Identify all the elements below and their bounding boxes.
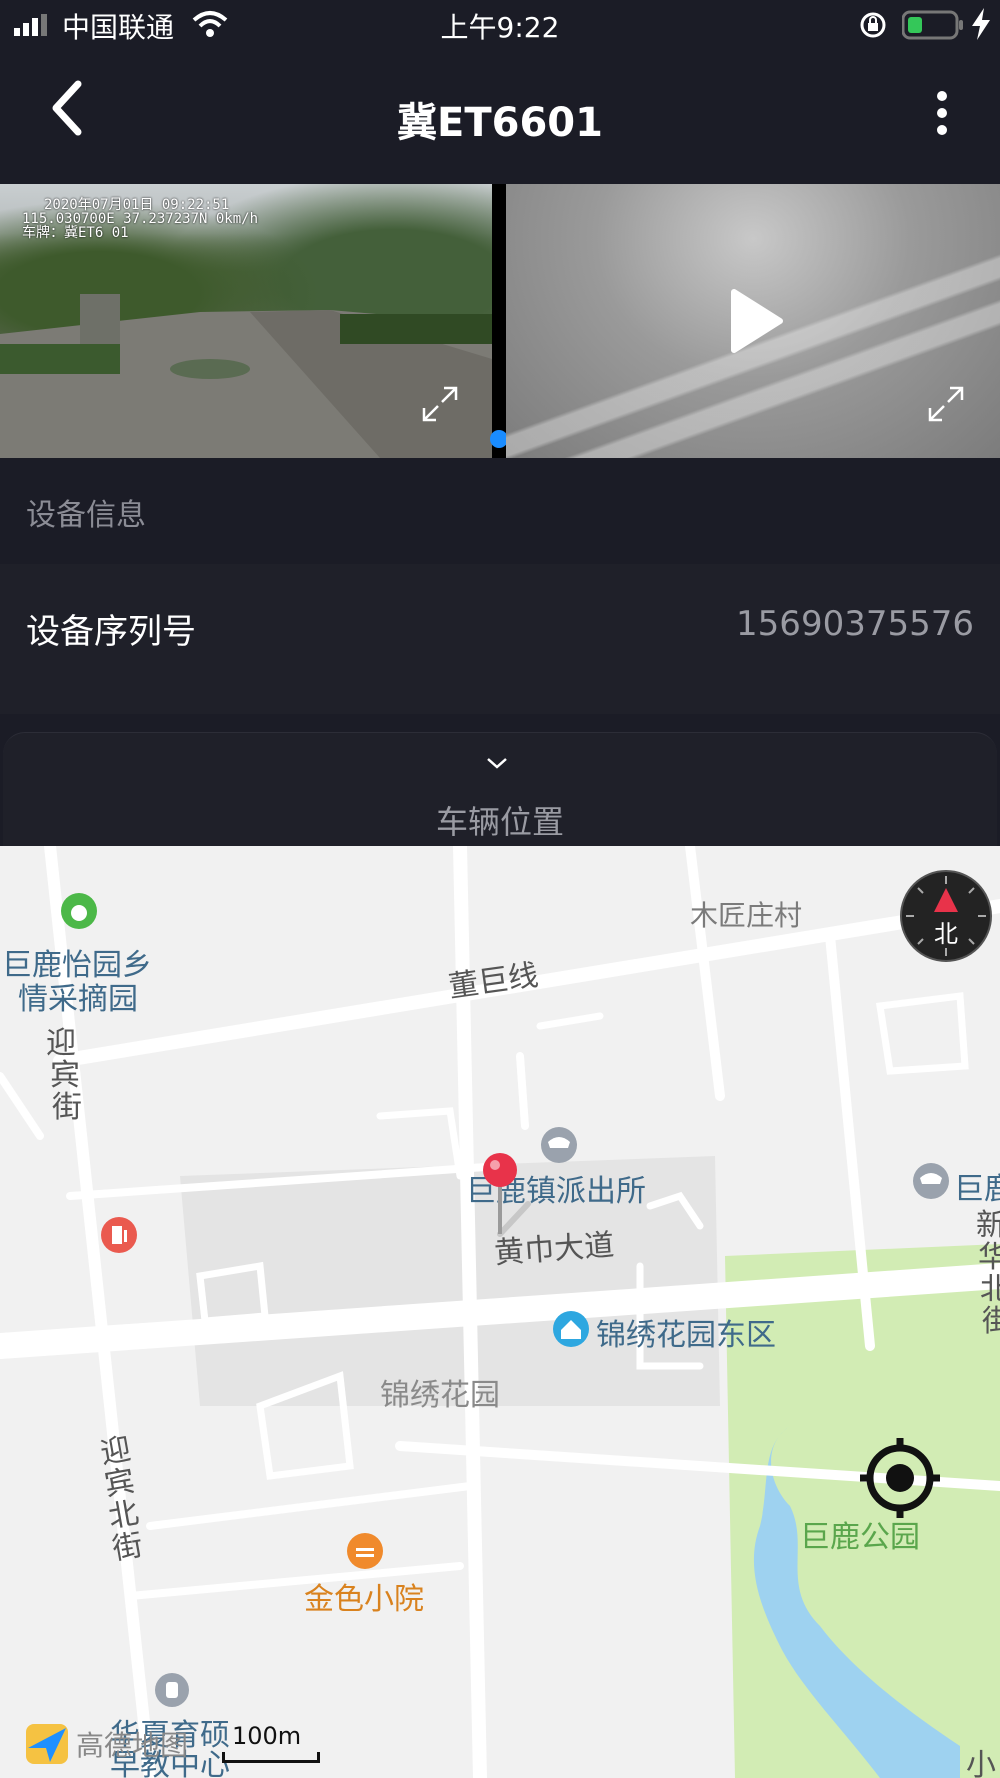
residential-poi-icon[interactable] <box>552 1310 590 1348</box>
compass-button[interactable]: 北 <box>900 870 992 962</box>
scale-label: 100m <box>232 1722 302 1750</box>
nav-bar: 冀ET6601 <box>0 50 1000 184</box>
map-label: 情采摘园 <box>18 982 138 1017</box>
video-channel-1[interactable]: 2020年07月01日 09:22:51 115.030700E 37.2372… <box>0 184 492 458</box>
sheet-title: 车辆位置 <box>435 803 564 841</box>
gas-station-icon[interactable] <box>100 1216 138 1254</box>
serial-row: 设备序列号 15690375576 <box>0 564 1000 714</box>
clock: 上午9:22 <box>440 11 560 44</box>
orchard-poi-icon[interactable] <box>60 892 98 930</box>
play-icon[interactable] <box>726 288 786 354</box>
compass-north-label: 北 <box>934 920 958 948</box>
map-label: 小 <box>966 1748 996 1778</box>
fullscreen-icon[interactable] <box>420 384 460 424</box>
map-label: 金色小院 <box>304 1582 424 1617</box>
video-divider <box>492 184 506 458</box>
serial-label: 设备序列号 <box>26 612 196 652</box>
police-poi-icon[interactable] <box>912 1162 950 1200</box>
video-channel-2[interactable] <box>506 184 1000 458</box>
more-menu-button[interactable] <box>932 90 952 136</box>
charging-icon <box>972 8 990 40</box>
amap-logo-icon <box>26 1724 68 1764</box>
map-label: 锦绣花园 <box>380 1378 500 1413</box>
serial-value: 15690375576 <box>736 604 974 644</box>
status-bar: 中国联通 上午9:22 <box>0 0 1000 50</box>
chevron-down-icon[interactable] <box>485 755 509 771</box>
section-label: 设备信息 <box>26 498 146 533</box>
battery-icon <box>902 10 963 40</box>
restaurant-poi-icon[interactable] <box>346 1532 384 1570</box>
osd-plate: 车牌：冀ET6 01 <box>22 225 129 241</box>
fullscreen-icon[interactable] <box>926 384 966 424</box>
page-title: 冀ET6601 <box>397 100 603 146</box>
vehicle-location-pin[interactable] <box>480 1152 550 1238</box>
location-sheet: 车辆位置 <box>3 732 997 847</box>
school-poi-icon[interactable] <box>154 1672 190 1708</box>
road-label: 街 <box>982 1304 1000 1339</box>
map-label: 木匠庄村 <box>690 899 803 932</box>
map-label: 锦绣花园东区 <box>596 1318 776 1353</box>
rotation-lock-icon <box>860 12 886 38</box>
road-label: 街 <box>52 1090 82 1125</box>
scale-bar <box>222 1752 320 1763</box>
map-logo-text: 高德地图 <box>76 1729 189 1762</box>
locate-me-button[interactable] <box>858 1436 942 1520</box>
map-view[interactable]: 巨鹿怡园乡 情采摘园 木匠庄村 董巨线 迎 宾 街 巨鹿镇派出所 巨鹿 黄巾大道… <box>0 846 1000 1778</box>
